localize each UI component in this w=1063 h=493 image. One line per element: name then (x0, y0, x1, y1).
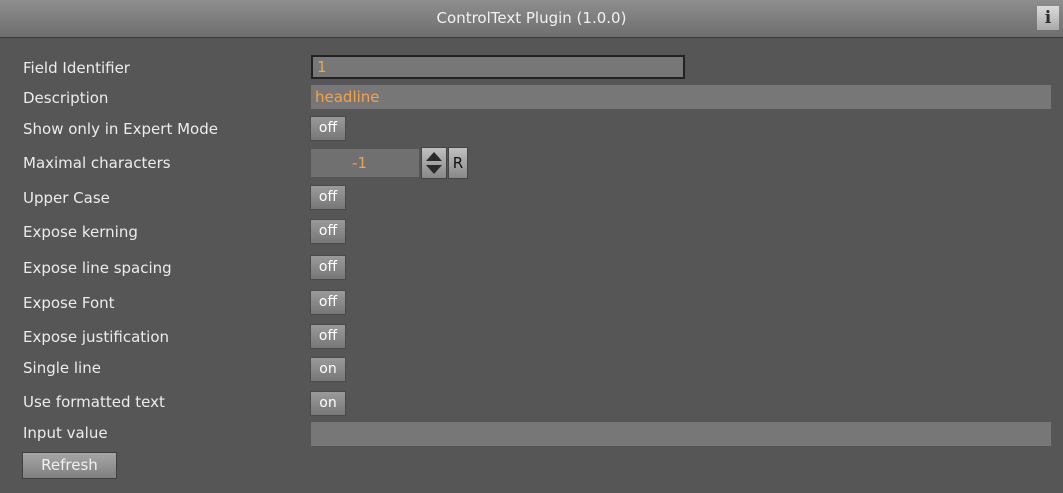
input-value-label: Input value (23, 424, 108, 442)
max-chars-label: Maximal characters (23, 154, 171, 172)
max-chars-spinner[interactable] (421, 147, 447, 179)
expose-font-toggle[interactable]: off (310, 290, 346, 315)
upper-case-label: Upper Case (23, 189, 110, 207)
expose-justification-toggle[interactable]: off (310, 324, 346, 349)
expose-justification-label: Expose justification (23, 328, 170, 346)
expose-line-spacing-label: Expose line spacing (23, 259, 172, 277)
max-chars-input[interactable]: -1 (311, 149, 419, 177)
spinner-up-icon[interactable] (426, 152, 442, 161)
use-formatted-text-toggle[interactable]: on (310, 391, 346, 416)
title-bar: ControlText Plugin (1.0.0) i (0, 0, 1063, 38)
show-expert-label: Show only in Expert Mode (23, 120, 218, 138)
input-value-field[interactable] (311, 422, 1051, 446)
max-chars-reset-button[interactable]: R (448, 147, 468, 179)
expose-kerning-label: Expose kerning (23, 223, 138, 241)
field-identifier-label: Field Identifier (23, 59, 130, 77)
single-line-label: Single line (23, 359, 101, 377)
use-formatted-text-label: Use formatted text (23, 393, 165, 411)
refresh-button[interactable]: Refresh (22, 452, 117, 479)
expose-font-label: Expose Font (23, 294, 115, 312)
expose-line-spacing-toggle[interactable]: off (310, 255, 346, 280)
upper-case-toggle[interactable]: off (310, 185, 346, 210)
expose-kerning-toggle[interactable]: off (310, 219, 346, 244)
field-identifier-input[interactable]: 1 (311, 55, 685, 79)
single-line-toggle[interactable]: on (310, 357, 346, 382)
spinner-down-icon[interactable] (426, 165, 442, 174)
show-expert-toggle[interactable]: off (310, 116, 346, 141)
description-input[interactable]: headline (311, 85, 1051, 109)
description-label: Description (23, 89, 109, 107)
window-title: ControlText Plugin (1.0.0) (436, 9, 627, 27)
info-icon[interactable]: i (1037, 6, 1059, 30)
